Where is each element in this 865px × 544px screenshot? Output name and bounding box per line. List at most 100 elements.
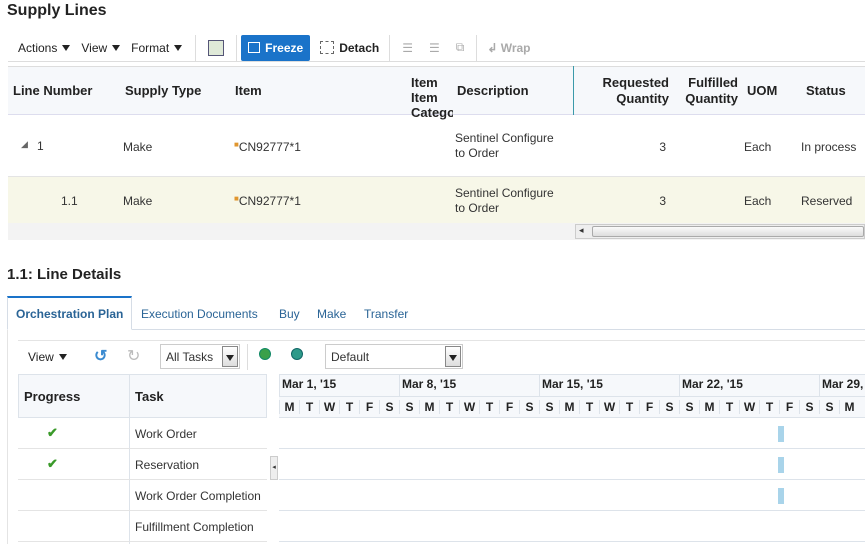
day-label: T <box>619 400 639 414</box>
task-name: Reservation <box>135 458 200 472</box>
day-label: F <box>499 400 519 414</box>
zoom-out-icon[interactable] <box>291 348 303 360</box>
scrollbar-thumb[interactable] <box>592 226 864 237</box>
layout-select[interactable]: Default <box>325 344 463 369</box>
tab-orchestration-plan-label[interactable]: Orchestration Plan <box>16 307 123 321</box>
zoom-in-icon[interactable] <box>259 348 271 360</box>
task-filter-select[interactable]: All Tasks <box>160 344 240 369</box>
day-label: T <box>339 400 359 414</box>
day-label: T <box>439 400 459 414</box>
supply-toolbar: Actions View Format Freeze Detach ☰ ☰ ⧉ … <box>8 34 865 62</box>
chevron-down-icon <box>62 45 71 52</box>
day-label: S <box>379 400 399 414</box>
day-label: W <box>319 400 339 414</box>
timeline-row-line <box>279 479 865 480</box>
scroll-left-icon[interactable]: ◂ <box>579 225 584 236</box>
day-label: M <box>279 400 299 414</box>
col-status[interactable]: Status <box>806 83 846 98</box>
week-divider <box>539 375 540 396</box>
divider <box>195 34 197 61</box>
chevron-down-icon[interactable] <box>445 346 461 367</box>
freeze-button[interactable]: Freeze <box>241 34 311 61</box>
tabs-baseline <box>7 329 865 330</box>
gantt-bar[interactable] <box>778 488 784 504</box>
horizontal-scrollbar[interactable]: ◂ <box>575 224 865 239</box>
gantt-bar[interactable] <box>778 426 784 442</box>
timeline-row-line <box>279 448 865 449</box>
detach-button[interactable]: Detach <box>320 40 379 55</box>
supply-type: Make <box>123 140 153 154</box>
checkmark-icon: ✔ <box>47 425 58 440</box>
divider <box>236 34 238 61</box>
splitter-collapse-icon[interactable]: ◂ <box>270 456 278 480</box>
tab-execution-documents[interactable]: Execution Documents <box>141 307 258 321</box>
week-label: Mar 15, '15 <box>542 377 603 391</box>
day-label: T <box>579 400 599 414</box>
day-label: T <box>719 400 739 414</box>
line-number: 1.1 <box>61 194 78 208</box>
col-fulfilled-quantity[interactable]: Fulfilled Quantity <box>680 75 738 107</box>
week-label: Mar 29, <box>822 377 864 391</box>
col-progress[interactable]: Progress <box>24 389 80 404</box>
day-label: S <box>819 400 839 414</box>
day-label: M <box>419 400 439 414</box>
view-menu[interactable]: View <box>81 41 121 55</box>
reorder-icon[interactable]: ⧉ <box>456 40 465 55</box>
tab-transfer[interactable]: Transfer <box>364 307 408 321</box>
requested-quantity: 3 <box>659 140 666 154</box>
chevron-down-icon <box>58 354 67 360</box>
day-label: T <box>759 400 779 414</box>
outdent-icon[interactable]: ☰ <box>429 41 440 55</box>
day-label: S <box>799 400 819 414</box>
divider <box>247 344 248 370</box>
task-name: Work Order Completion <box>135 489 261 503</box>
actions-menu[interactable]: Actions <box>18 41 71 55</box>
frozen-divider <box>573 66 574 115</box>
status: Reserved <box>801 194 853 208</box>
day-label: F <box>779 400 799 414</box>
indent-icon[interactable]: ☰ <box>402 41 413 55</box>
line-number: 1 <box>37 139 44 153</box>
item-link[interactable]: ■CN92777*1 <box>234 194 301 208</box>
redo-icon[interactable]: ↻ <box>127 346 140 366</box>
col-supply-type[interactable]: Supply Type <box>125 83 201 98</box>
col-line-number[interactable]: Line Number <box>13 83 92 98</box>
format-menu[interactable]: Format <box>131 41 183 55</box>
chevron-down-icon[interactable] <box>222 346 238 367</box>
day-label: S <box>659 400 679 414</box>
checkmark-icon: ✔ <box>47 456 58 471</box>
week-label: Mar 22, '15 <box>682 377 743 391</box>
export-excel-icon[interactable] <box>208 39 225 56</box>
day-label: M <box>839 400 859 414</box>
day-label: M <box>699 400 719 414</box>
gantt-bar[interactable] <box>778 457 784 473</box>
week-divider <box>279 375 280 396</box>
uom: Each <box>744 140 772 154</box>
col-uom[interactable]: UOM <box>747 83 777 98</box>
col-requested-quantity[interactable]: Requested Quantity <box>590 75 669 107</box>
day-label: W <box>739 400 759 414</box>
col-item-category[interactable]: Item Item Catego <box>411 75 453 120</box>
day-label: W <box>599 400 619 414</box>
undo-icon[interactable]: ↺ <box>94 346 107 366</box>
chevron-down-icon <box>174 45 183 52</box>
col-description[interactable]: Description <box>457 83 529 98</box>
item-link[interactable]: ■CN92777*1 <box>234 140 301 154</box>
task-name: Fulfillment Completion <box>135 520 254 534</box>
chevron-down-icon <box>112 45 121 52</box>
col-item[interactable]: Item <box>235 83 262 98</box>
day-label: S <box>539 400 559 414</box>
week-label: Mar 8, '15 <box>402 377 457 391</box>
day-label: F <box>359 400 379 414</box>
col-task[interactable]: Task <box>135 389 164 404</box>
wrap-button[interactable]: ↲ Wrap <box>487 41 530 55</box>
tab-make[interactable]: Make <box>317 307 346 321</box>
expand-triangle-icon[interactable]: ◢ <box>21 139 28 150</box>
timeline-row-line <box>279 541 865 542</box>
status: In process <box>801 140 857 154</box>
gantt-view-menu[interactable]: View <box>28 350 67 364</box>
day-label: S <box>679 400 699 414</box>
tab-buy[interactable]: Buy <box>279 307 300 321</box>
panel-border <box>7 330 8 544</box>
week-divider <box>819 375 820 396</box>
